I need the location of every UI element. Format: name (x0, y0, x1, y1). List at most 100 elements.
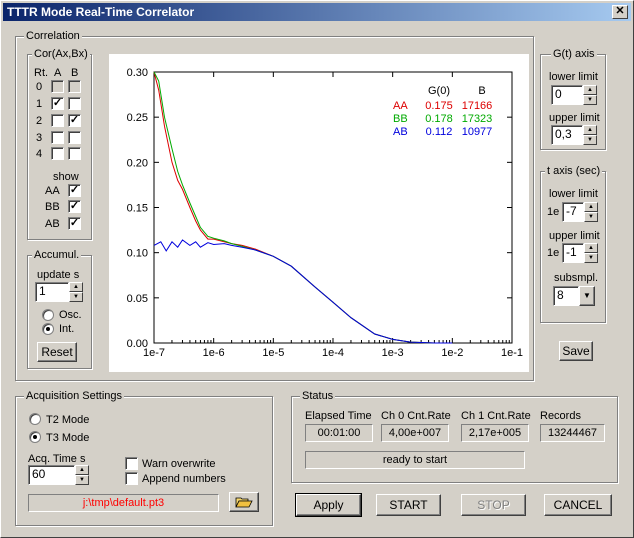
status-value: 4,00e+007 (381, 424, 449, 442)
rt1-a-checkbox[interactable]: ✓ (51, 97, 64, 110)
update-input[interactable]: 1 (35, 282, 69, 302)
rt2-b-checkbox[interactable]: ✓ (68, 114, 81, 127)
acq-time-input[interactable]: 60 (28, 465, 75, 485)
status-header: Ch 0 Cnt.Rate (381, 410, 451, 422)
legend-series-name: AB (393, 126, 408, 138)
col-b-label: B (71, 67, 79, 79)
subsmpl-select[interactable]: 8 (553, 286, 579, 306)
show-aa-checkbox[interactable]: ✓ (68, 184, 81, 197)
apply-button[interactable]: Apply (295, 493, 362, 517)
x-tick-label: 1e-4 (322, 347, 344, 359)
osc-label: Osc. (59, 309, 82, 321)
rt4-b-checkbox[interactable] (68, 147, 81, 160)
spin-up-icon[interactable]: ▲ (69, 282, 83, 292)
save-button[interactable]: Save (559, 341, 593, 361)
show-bb-checkbox[interactable]: ✓ (68, 200, 81, 213)
legend-g0-value: 0.175 (425, 100, 453, 112)
gt-lower-label: lower limit (549, 71, 598, 83)
rt0-a-checkbox[interactable] (51, 80, 64, 93)
spin-down-icon[interactable]: ▼ (583, 95, 597, 105)
osc-radio[interactable] (42, 309, 54, 321)
legend-b-value: 17323 (462, 113, 493, 125)
spin-down-icon[interactable]: ▼ (75, 475, 89, 485)
rt1-b-checkbox[interactable] (68, 97, 81, 110)
x-tick-label: 1e-6 (203, 347, 225, 359)
y-tick-label: 0.05 (127, 293, 148, 305)
legend-g0-value: 0.112 (426, 126, 453, 138)
gt-upper-spinner[interactable]: ▲ ▼ (583, 125, 597, 145)
subsmpl-label: subsmpl. (554, 272, 599, 284)
t-lower-spinner[interactable]: ▲ ▼ (584, 202, 598, 222)
start-button[interactable]: START (376, 494, 441, 516)
legend-series-name: BB (393, 113, 408, 125)
append-numbers-checkbox[interactable] (125, 472, 138, 485)
spin-down-icon[interactable]: ▼ (583, 135, 597, 145)
acq-time-spinner[interactable]: ▲ ▼ (75, 465, 89, 485)
acq-time-label: Acq. Time s (28, 453, 86, 465)
status-message: ready to start (305, 451, 525, 469)
spin-down-icon[interactable]: ▼ (584, 253, 598, 263)
t-upper-input[interactable]: -1 (562, 243, 584, 263)
rt-row-label: 4 (36, 148, 43, 160)
show-ab-label: AB (45, 218, 60, 230)
rt4-a-checkbox[interactable] (51, 147, 64, 160)
legend-b-value: 10977 (462, 126, 493, 138)
cancel-button[interactable]: CANCEL (544, 494, 612, 516)
close-button[interactable]: ✕ (612, 5, 628, 19)
status-value: 00:01:00 (305, 424, 373, 442)
rt-row-label: 2 (36, 115, 43, 127)
x-tick-label: 1e-3 (382, 347, 404, 359)
t3-mode-radio[interactable] (29, 431, 41, 443)
update-spinner[interactable]: ▲ ▼ (69, 282, 83, 302)
x-tick-label: 1e-1 (501, 347, 523, 359)
int-label: Int. (59, 323, 75, 335)
spin-down-icon[interactable]: ▼ (584, 212, 598, 222)
gt-lower-spinner[interactable]: ▲ ▼ (583, 85, 597, 105)
file-path-display: j:\tmp\default.pt3 (28, 494, 219, 512)
rt3-b-checkbox[interactable] (68, 131, 81, 144)
y-tick-label: 0.20 (127, 157, 148, 169)
rt-row-label: 0 (36, 81, 43, 93)
spin-up-icon[interactable]: ▲ (584, 243, 598, 253)
accumul-group-label: Accumul. (32, 249, 82, 261)
warn-overwrite-label: Warn overwrite (142, 458, 216, 470)
spin-up-icon[interactable]: ▲ (583, 125, 597, 135)
correlation-chart: 1e-7 1e-6 1e-5 1e-4 1e-3 1e-2 1e-1 0.00 0.05 0.10… (109, 54, 529, 372)
stop-button[interactable]: STOP (461, 494, 526, 516)
rt2-a-checkbox[interactable] (51, 114, 64, 127)
spin-up-icon[interactable]: ▲ (583, 85, 597, 95)
status-group-label: Status (300, 390, 336, 402)
x-tick-label: 1e-5 (262, 347, 284, 359)
t-lower-label: lower limit (549, 188, 598, 200)
reset-button[interactable]: Reset (37, 342, 77, 362)
int-radio[interactable] (42, 323, 54, 335)
y-tick-label: 0.15 (127, 203, 148, 215)
acquisition-group-label: Acquisition Settings (24, 390, 124, 402)
t-upper-spinner[interactable]: ▲ ▼ (584, 243, 598, 263)
correlation-group-label: Correlation (24, 30, 82, 42)
spin-up-icon[interactable]: ▲ (75, 465, 89, 475)
folder-open-icon[interactable] (229, 492, 259, 512)
t-upper-label: upper limit (549, 230, 600, 242)
warn-overwrite-checkbox[interactable] (125, 457, 138, 470)
legend-series-name: AA (393, 100, 408, 112)
rt0-b-checkbox[interactable] (68, 80, 81, 93)
gt-upper-input[interactable]: 0,3 (551, 125, 583, 145)
status-header: Ch 1 Cnt.Rate (461, 410, 531, 422)
title-bar: TTTR Mode Real-Time Correlator ✕ (3, 3, 631, 21)
cor-group-label: Cor(Ax,Bx) (32, 48, 90, 60)
col-a-label: A (54, 67, 62, 79)
t2-mode-radio[interactable] (29, 413, 41, 425)
t-axis-group-label: t axis (sec) (545, 165, 603, 177)
t-lower-input[interactable]: -7 (562, 202, 584, 222)
spin-up-icon[interactable]: ▲ (584, 202, 598, 212)
append-numbers-label: Append numbers (142, 473, 226, 485)
status-value: 13244467 (540, 424, 605, 442)
chevron-down-icon[interactable]: ▼ (579, 286, 595, 306)
status-header: Elapsed Time (305, 410, 372, 422)
gt-lower-input[interactable]: 0 (551, 85, 583, 105)
y-tick-label: 0.10 (127, 248, 148, 260)
show-ab-checkbox[interactable]: ✓ (68, 217, 81, 230)
rt3-a-checkbox[interactable] (51, 131, 64, 144)
spin-down-icon[interactable]: ▼ (69, 292, 83, 302)
